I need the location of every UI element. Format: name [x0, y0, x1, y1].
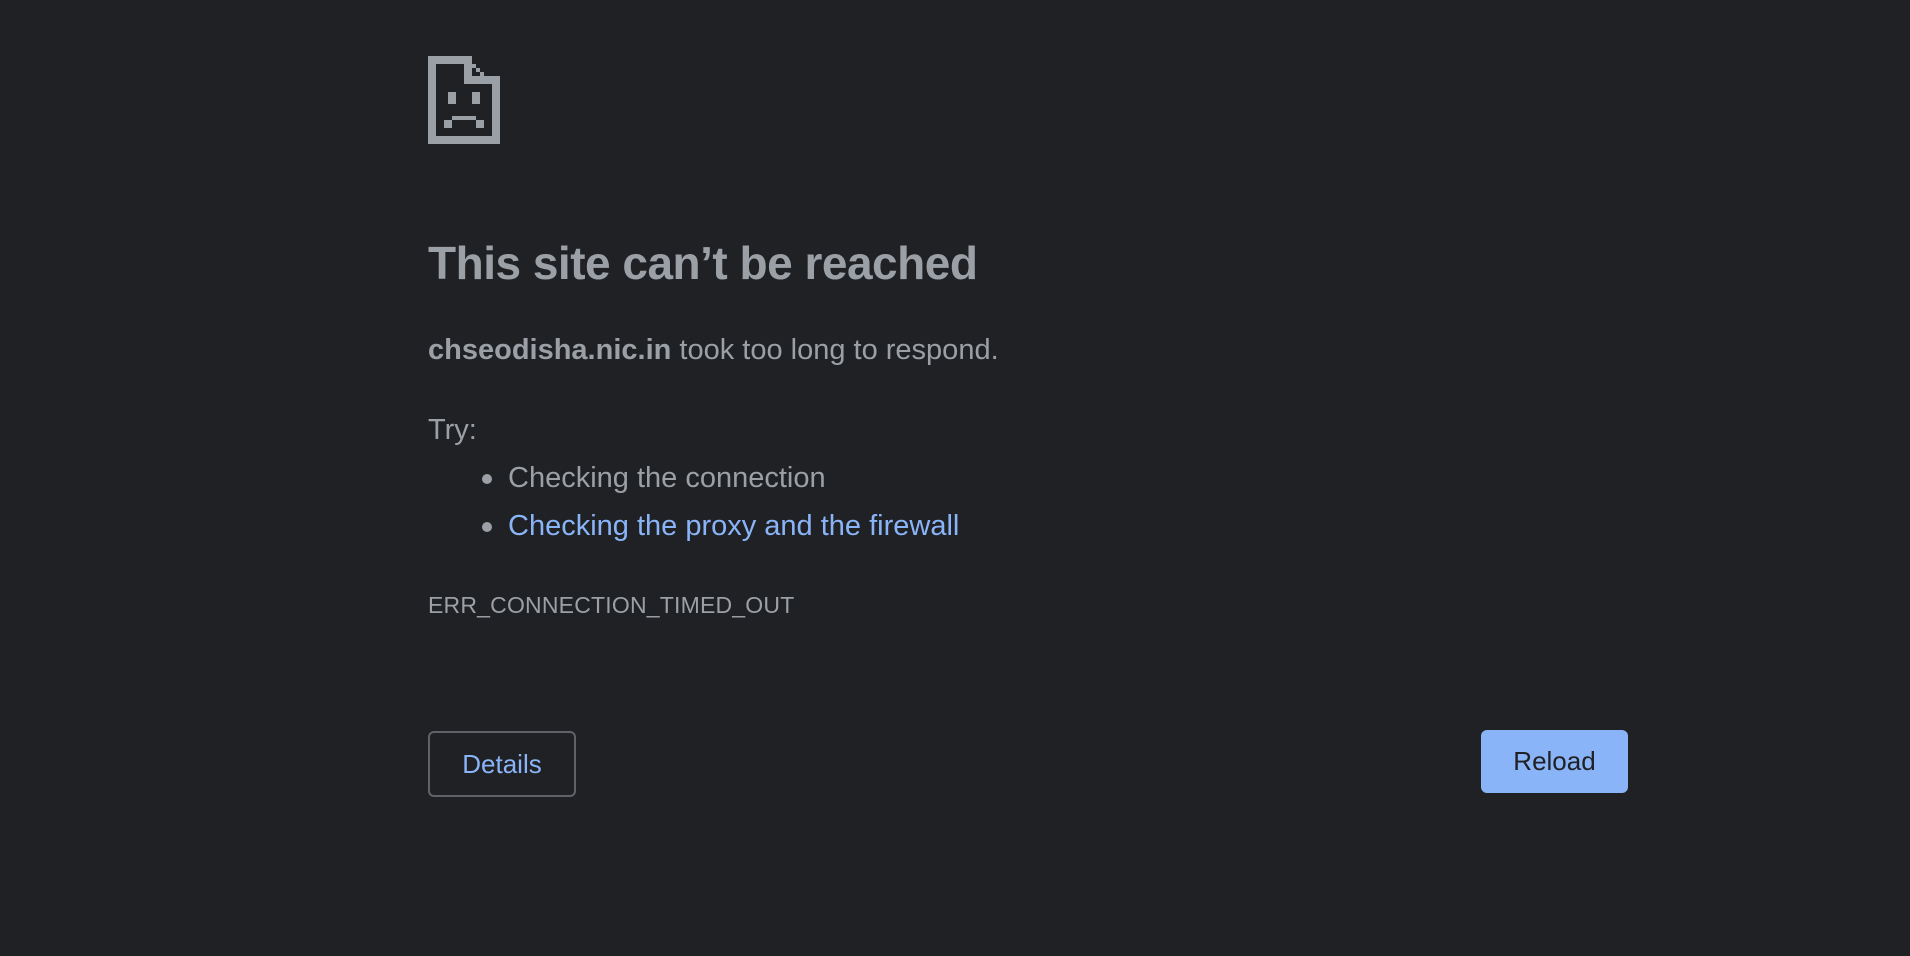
proxy-firewall-link[interactable]: Checking the proxy and the firewall	[508, 510, 959, 542]
details-button[interactable]: Details	[428, 731, 576, 797]
suggestion-item-proxy-firewall: Checking the proxy and the firewall	[428, 506, 959, 554]
error-code: ERR_CONNECTION_TIMED_OUT	[428, 592, 795, 618]
try-label: Try:	[428, 414, 477, 446]
error-page: This site can’t be reached chseodisha.ni…	[0, 0, 1910, 956]
error-summary: chseodisha.nic.in took too long to respo…	[428, 334, 999, 367]
suggestion-text: Checking the connection	[508, 462, 826, 494]
page-title: This site can’t be reached	[428, 237, 978, 289]
bullet-icon	[482, 474, 492, 484]
host-name: chseodisha.nic.in	[428, 334, 672, 366]
suggestion-list: Checking the connection Checking the pro…	[428, 458, 959, 554]
reload-button[interactable]: Reload	[1481, 730, 1628, 793]
sad-page-icon	[428, 56, 500, 144]
summary-message: took too long to respond.	[671, 334, 999, 366]
suggestion-item-connection: Checking the connection	[428, 458, 959, 506]
bullet-icon	[482, 522, 492, 532]
